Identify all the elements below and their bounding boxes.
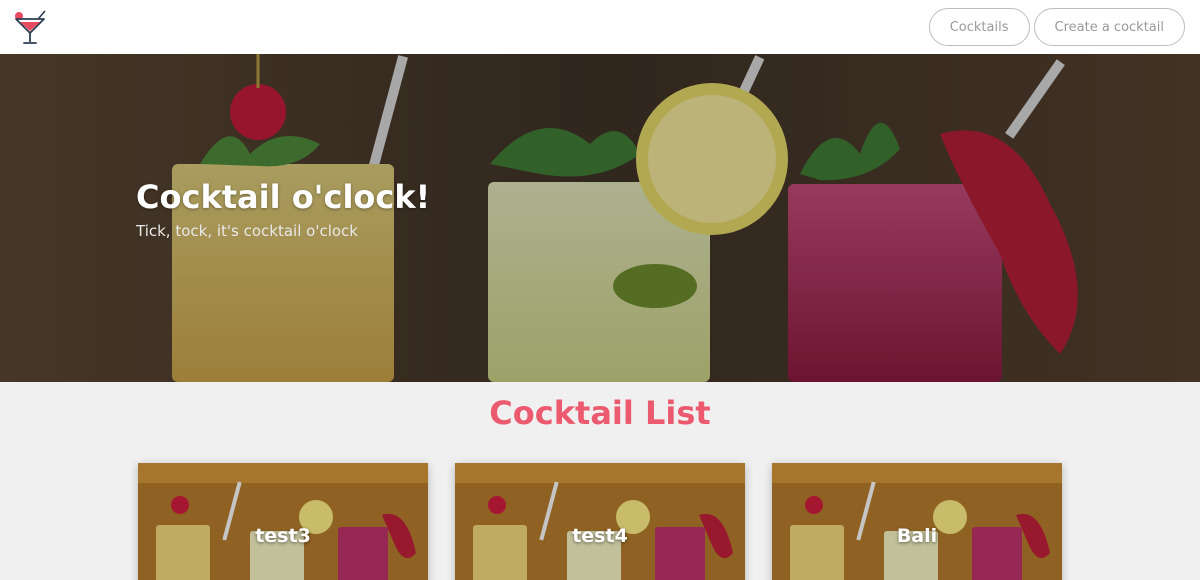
cocktail-card-image <box>138 463 428 580</box>
cocktail-card[interactable]: test4 <box>455 463 745 580</box>
hero-title: Cocktail o'clock! <box>136 178 431 216</box>
cocktail-card-title: test4 <box>572 525 628 547</box>
hero-banner: Cocktail o'clock! Tick, tock, it's cockt… <box>0 54 1200 382</box>
nav-buttons: Cocktails Create a cocktail <box>928 8 1185 46</box>
logo[interactable] <box>12 9 48 45</box>
cocktail-card-title: test3 <box>255 525 311 547</box>
cocktail-list-heading: Cocktail List <box>489 394 711 432</box>
navbar: Cocktails Create a cocktail <box>0 0 1200 54</box>
cocktail-card-image <box>772 463 1062 580</box>
cocktail-card[interactable]: test3 <box>138 463 428 580</box>
cocktail-card-image <box>455 463 745 580</box>
hero-background-image <box>0 54 1200 382</box>
hero-subtitle: Tick, tock, it's cocktail o'clock <box>136 222 358 240</box>
cocktail-card[interactable]: Bali <box>772 463 1062 580</box>
cocktail-glass-icon <box>15 10 46 44</box>
cocktail-card-title: Bali <box>896 525 938 547</box>
nav-create-cocktail-button[interactable]: Create a cocktail <box>1033 8 1185 46</box>
nav-cocktails-button[interactable]: Cocktails <box>928 8 1030 46</box>
